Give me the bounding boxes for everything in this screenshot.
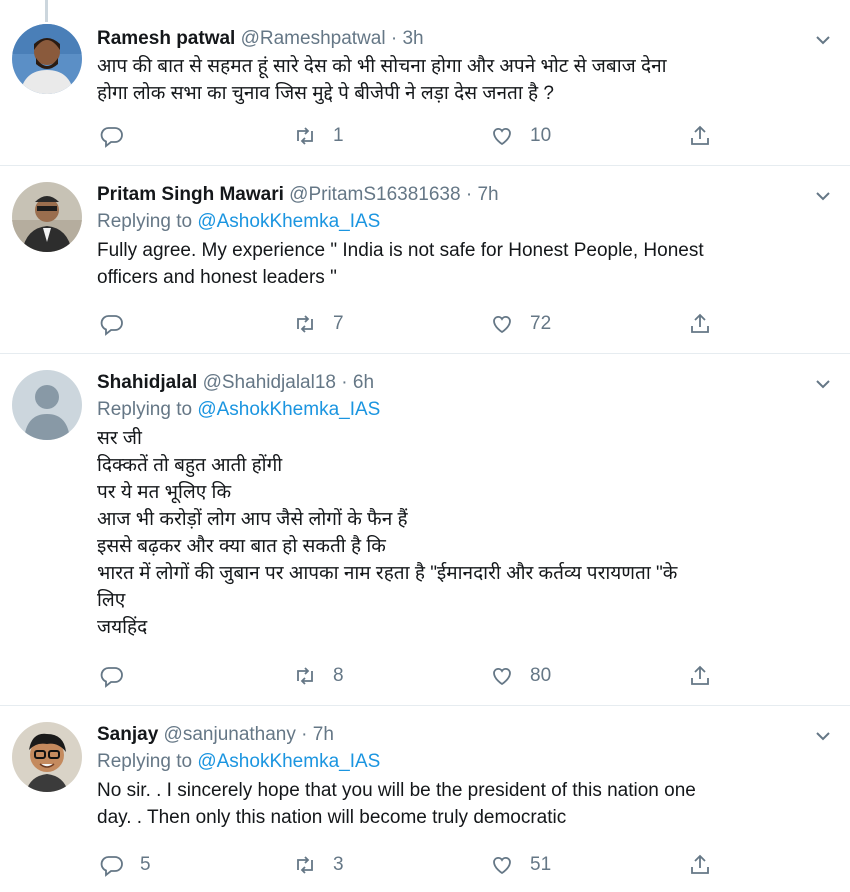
replying-to: Replying to @AshokKhemka_IAS (97, 209, 810, 235)
tweet[interactable]: Sanjay @sanjunathany · 7h Replying to @A… (0, 706, 850, 892)
tweet-text: आप की बात से सहमत हूं सारे देस को भी सोच… (97, 56, 667, 104)
avatar[interactable] (12, 722, 82, 792)
avatar[interactable] (12, 370, 82, 440)
share-button[interactable] (688, 664, 712, 688)
retweet-button[interactable]: 3 (293, 853, 344, 877)
tweet-text: Fully agree. My experience " India is no… (97, 240, 704, 288)
retweet-icon (297, 127, 313, 145)
retweet-icon (297, 856, 313, 874)
reply-icon (100, 315, 123, 336)
author-handle[interactable]: @sanjunathany (164, 724, 296, 745)
tweet-actions: 7 72 (97, 312, 850, 340)
like-icon (493, 315, 511, 334)
tweet-actions: 8 80 (97, 664, 850, 692)
separator-dot: · (341, 372, 348, 393)
like-count: 10 (530, 125, 552, 146)
retweet-count: 3 (333, 854, 344, 875)
reply-button[interactable] (100, 312, 140, 336)
like-icon (493, 667, 511, 686)
author-handle[interactable]: @PritamS16381638 (289, 184, 460, 205)
chevron-down-icon[interactable] (814, 31, 832, 49)
like-button[interactable]: 72 (490, 312, 551, 336)
share-button[interactable] (688, 853, 712, 877)
retweet-count: 8 (333, 665, 344, 686)
tweet-text: सर जी दिक्कतें तो बहुत आती होंगी पर ये म… (97, 428, 678, 638)
like-button[interactable]: 51 (490, 853, 551, 877)
separator-dot: · (465, 184, 473, 205)
reply-icon (100, 667, 123, 688)
retweet-count: 7 (333, 313, 344, 334)
like-count: 51 (530, 854, 552, 875)
timestamp[interactable]: 7h (477, 184, 498, 205)
reply-icon (100, 856, 123, 877)
like-button[interactable]: 80 (490, 664, 551, 688)
replying-to: Replying to @AshokKhemka_IAS (97, 749, 810, 775)
share-button[interactable] (688, 124, 712, 148)
author-name[interactable]: Ramesh patwal (97, 28, 235, 49)
reply-button[interactable] (100, 664, 140, 688)
separator-dot: · (390, 28, 398, 49)
thread-line (45, 0, 48, 22)
retweet-button[interactable]: 7 (293, 312, 344, 336)
tweet-text: No sir. . I sincerely hope that you will… (97, 780, 696, 828)
timestamp[interactable]: 6h (353, 372, 374, 393)
tweet-header: Shahidjalal @Shahidjalal18 · 6h (97, 371, 810, 395)
reply-button[interactable] (100, 124, 140, 148)
tweet[interactable]: Shahidjalal @Shahidjalal18 · 6h Replying… (0, 354, 850, 706)
retweet-button[interactable]: 1 (293, 124, 344, 148)
mention-link[interactable]: @AshokKhemka_IAS (197, 751, 380, 772)
reply-button[interactable]: 5 (100, 853, 151, 877)
author-handle[interactable]: @Shahidjalal18 (203, 372, 336, 393)
tweet[interactable]: Ramesh patwal @Rameshpatwal · 3h आप की ब… (0, 0, 850, 166)
tweet[interactable]: Pritam Singh Mawari @PritamS16381638 · 7… (0, 166, 850, 354)
like-icon (493, 127, 511, 146)
chevron-down-icon[interactable] (814, 375, 832, 393)
mention-link[interactable]: @AshokKhemka_IAS (197, 211, 380, 232)
like-button[interactable]: 10 (490, 124, 551, 148)
share-icon (691, 854, 709, 874)
retweet-count: 1 (333, 125, 344, 146)
author-handle[interactable]: @Rameshpatwal (241, 28, 386, 49)
replying-to-label: Replying to (97, 211, 198, 232)
tweet-header: Pritam Singh Mawari @PritamS16381638 · 7… (97, 183, 810, 207)
like-count: 72 (530, 313, 552, 334)
tweet-header: Sanjay @sanjunathany · 7h (97, 723, 810, 747)
reply-icon (100, 127, 123, 148)
avatar[interactable] (12, 182, 82, 252)
mention-link[interactable]: @AshokKhemka_IAS (197, 399, 380, 420)
share-icon (691, 125, 709, 145)
share-icon (691, 313, 709, 333)
chevron-down-icon[interactable] (814, 727, 832, 745)
chevron-down-icon[interactable] (814, 187, 832, 205)
author-name[interactable]: Shahidjalal (97, 372, 197, 393)
separator-dot: · (301, 724, 308, 745)
replying-to-label: Replying to (97, 399, 198, 420)
author-name[interactable]: Pritam Singh Mawari (97, 184, 284, 205)
retweet-icon (297, 315, 313, 333)
reply-count: 5 (140, 854, 151, 875)
retweet-button[interactable]: 8 (293, 664, 344, 688)
tweet-header: Ramesh patwal @Rameshpatwal · 3h (97, 27, 810, 51)
timestamp[interactable]: 3h (402, 28, 423, 49)
retweet-icon (297, 667, 313, 685)
replying-to-label: Replying to (97, 751, 198, 772)
tweet-actions: 1 10 (97, 124, 850, 152)
timestamp[interactable]: 7h (313, 724, 334, 745)
share-button[interactable] (688, 312, 712, 336)
author-name[interactable]: Sanjay (97, 724, 158, 745)
like-count: 80 (530, 665, 552, 686)
replying-to: Replying to @AshokKhemka_IAS (97, 397, 810, 423)
share-icon (691, 665, 709, 685)
tweet-actions: 5 3 51 (97, 853, 850, 881)
like-icon (493, 856, 511, 875)
avatar[interactable] (12, 24, 82, 94)
tweet-feed: Ramesh patwal @Rameshpatwal · 3h आप की ब… (0, 0, 850, 892)
